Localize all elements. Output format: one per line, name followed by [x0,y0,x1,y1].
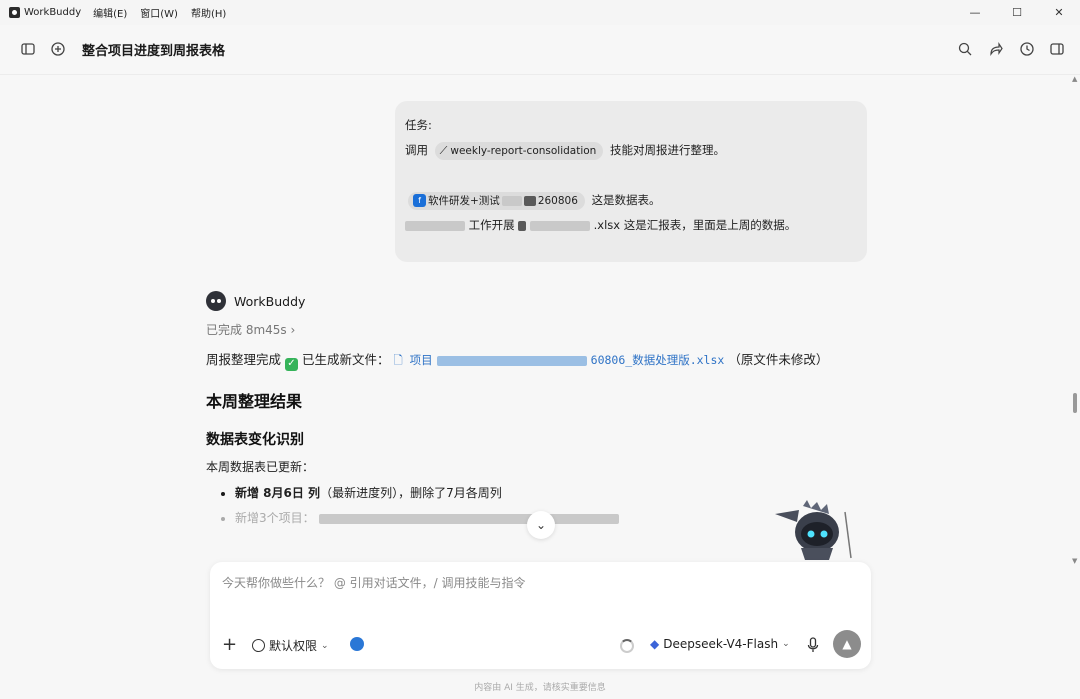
chevron-right-icon: › [290,323,296,337]
send-arrow-icon: ▲ [842,637,852,651]
share-icon[interactable] [988,41,1004,57]
message-composer[interactable]: 今天帮你做些什么？ @ 引用对话文件，/ 调用技能与指令 + 默认权限 ⌄ ◆ … [210,562,871,669]
microphone-icon[interactable] [806,636,820,654]
message-text: 这是数据表。 [591,193,661,207]
chevron-down-icon: ⌄ [535,518,547,532]
section-heading: 本周整理结果 [206,392,303,411]
file-chip-suffix: 260806 [537,194,578,207]
assistant-message: WorkBuddy 已完成 8m45s › 周报整理完成 ✓ 已生成新文件： 🗋… [206,290,870,531]
summary-text: 周报整理完成 [206,352,282,367]
message-text: .xlsx [593,218,621,232]
minimize-button[interactable]: — [954,0,996,25]
loading-spinner-icon [620,639,634,653]
permission-label: 默认权限 [269,639,318,653]
message-line: 任务: [405,118,432,132]
message-text: 工作开展 [468,218,515,232]
new-chat-icon[interactable] [50,41,66,57]
redacted-block [405,220,465,231]
user-message-bubble: 任务: 调用 ⟋ weekly-report-consolidation 技能对周… [395,101,867,262]
redacted-block [318,513,619,524]
file-icon: f [413,194,426,207]
maximize-button[interactable]: ☐ [996,0,1038,25]
composer-placeholder[interactable]: 今天帮你做些什么？ @ 引用对话文件，/ 调用技能与指令 [222,574,526,591]
summary-text: （原文件未修改） [728,352,829,367]
message-line: 工作开展 .xlsx 这是汇报表，里面是上周的数据。 [405,213,857,238]
app-name: WorkBuddy [24,7,82,18]
summary-text: 已生成新文件： [301,352,390,367]
message-text: 技能对周报进行整理。 [610,143,725,157]
menu-window[interactable]: 窗口(W) [140,5,178,20]
shield-check-icon [252,639,265,652]
send-button[interactable]: ▲ [833,630,861,658]
menu-edit[interactable]: 编辑(E) [93,5,127,20]
skill-chip[interactable]: ⟋ weekly-report-consolidation [434,141,604,160]
skill-button-icon[interactable] [350,637,364,651]
result-summary: 周报整理完成 ✓ 已生成新文件： 🗋 项目 60806_数据处理版.xlsx （原… [206,349,870,371]
output-file-link[interactable]: 🗋 项目 60806_数据处理版.xlsx [393,353,724,367]
task-status[interactable]: 已完成 8m45s › [206,321,870,339]
task-status-text: 已完成 8m45s [206,323,287,337]
chat-header: 整合项目进度到周报表格 [0,25,1080,75]
ai-disclaimer: 内容由 AI 生成，请核实重要信息 [474,683,606,693]
page-title: 整合项目进度到周报表格 [82,44,226,59]
scroll-down-arrow-icon[interactable]: ▼ [1072,557,1077,565]
check-icon: ✓ [285,357,298,371]
permission-selector[interactable]: 默认权限 ⌄ [252,637,329,654]
message-text: 调用 [405,143,428,157]
vertical-scrollbar[interactable]: ▲ ▼ [1070,75,1080,565]
message-line: f 软件研发+测试 260806 这是数据表。 [405,188,857,213]
bullet-bold: 新增 8月6日 列 [235,486,321,500]
file-chip[interactable]: f 软件研发+测试 260806 [408,191,585,210]
search-icon[interactable] [957,41,973,57]
assistant-name: WorkBuddy [234,293,306,309]
menu-help[interactable]: 帮助(H) [191,5,226,20]
scrollbar-thumb[interactable] [1073,393,1077,413]
history-icon[interactable] [1019,41,1035,57]
paragraph: 本周数据表已更新： [206,460,315,474]
app-logo-icon [9,7,20,18]
skill-icon: ⟋ [439,143,448,157]
redacted-block [518,220,527,231]
assistant-avatar [206,291,226,311]
file-link-text: 项目 [409,353,433,367]
redacted-block [436,355,587,366]
model-label: Deepseek-V4-Flash [663,637,779,651]
sidebar-toggle-icon[interactable] [20,41,36,57]
file-link-suffix: 60806_数据处理版.xlsx [590,353,725,367]
message-line-empty [405,163,857,188]
add-attachment-button[interactable]: + [222,635,237,655]
chevron-down-icon: ⌄ [782,639,790,649]
bullet-text: 新增3个项目： [235,511,315,525]
composer-toolbar: + 默认权限 ⌄ ◆ Deepseek-V4-Flash ⌄ ▲ [210,630,871,661]
bullet-text: （最新进度列），删除了7月各周列 [320,486,502,500]
redacted-block [523,195,536,206]
scroll-up-arrow-icon[interactable]: ▲ [1072,75,1077,83]
mascot-illustration [775,500,852,560]
panel-icon[interactable] [1049,41,1065,57]
skill-chip-label: weekly-report-consolidation [450,144,597,157]
list-item: 新增 8月6日 列（最新进度列），删除了7月各周列 [206,481,870,506]
subsection-heading: 数据表变化识别 [206,432,304,448]
message-text: 这是汇报表，里面是上周的数据。 [623,218,797,232]
deepseek-logo-icon: ◆ [650,637,660,651]
redacted-block [529,220,590,231]
file-chip-label: 软件研发+测试 [428,194,500,207]
message-line: 调用 ⟋ weekly-report-consolidation 技能对周报进行整… [405,138,857,163]
close-button[interactable]: ✕ [1038,0,1080,25]
chevron-down-icon: ⌄ [321,640,329,651]
title-bar: WorkBuddy 编辑(E) 窗口(W) 帮助(H) — ☐ ✕ [0,0,1080,25]
model-selector[interactable]: ◆ Deepseek-V4-Flash ⌄ [650,637,790,651]
redacted-block [501,195,522,206]
scroll-to-bottom-button[interactable]: ⌄ [527,511,555,539]
